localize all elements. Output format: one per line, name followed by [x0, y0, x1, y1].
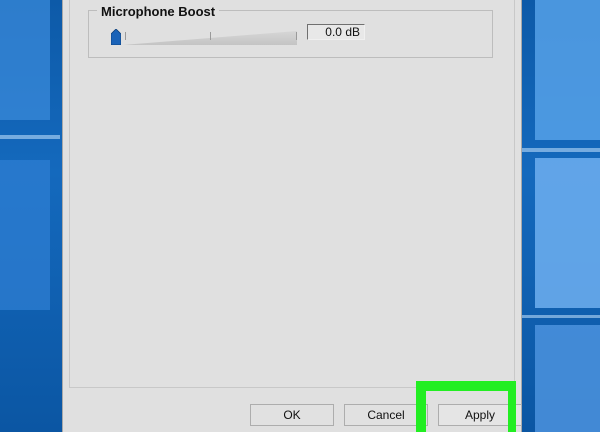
wallpaper-light-line [520, 148, 600, 152]
wallpaper-pane [535, 325, 600, 432]
wallpaper-light-line [0, 135, 60, 139]
slider-tick [296, 32, 297, 40]
slider-thumb-icon[interactable] [111, 29, 121, 45]
slider-tick [210, 32, 211, 40]
apply-button[interactable]: Apply [438, 404, 522, 426]
boost-value-readout: 0.0 dB [307, 24, 365, 40]
levels-tab-panel: Microphone Boost 0.0 dB [69, 0, 515, 388]
wallpaper-light-line [520, 315, 600, 318]
cancel-button[interactable]: Cancel [344, 404, 428, 426]
ok-button[interactable]: OK [250, 404, 334, 426]
microphone-boost-title: Microphone Boost [97, 5, 220, 19]
microphone-boost-group: Microphone Boost 0.0 dB [88, 5, 493, 58]
microphone-properties-dialog: Microphone Boost 0.0 dB OK Cancel Apply [62, 0, 522, 432]
wallpaper-pane [535, 0, 600, 140]
wallpaper-pane [535, 158, 600, 308]
slider-tick [125, 32, 126, 40]
wallpaper-pane [0, 160, 50, 310]
wallpaper-pane [0, 0, 50, 120]
microphone-boost-slider[interactable] [123, 31, 297, 45]
